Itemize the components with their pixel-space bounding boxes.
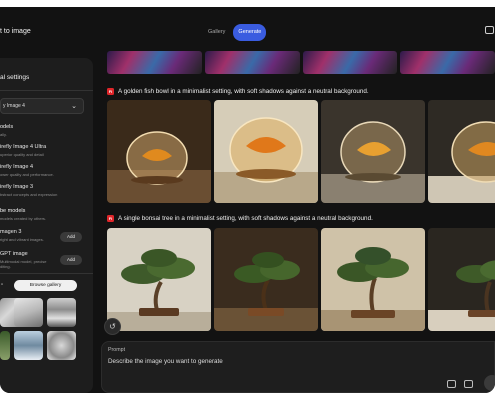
settings-title: al settings <box>0 74 30 81</box>
tab-generate[interactable]: Generate <box>233 24 267 41</box>
style-reference-icon[interactable] <box>447 380 456 388</box>
settings-panel: al settings y Image 4 ⌄ odels ally. iref… <box>0 58 93 393</box>
add-gpt-image-button[interactable]: Add <box>60 255 82 265</box>
prompt-row: Fi A golden fish bowl in a minimalist se… <box>107 86 369 96</box>
prompt-input[interactable]: Describe the image you want to generate <box>108 358 223 365</box>
result-grid <box>107 228 495 331</box>
fishbowl-image[interactable] <box>107 100 211 203</box>
partner-option-desc: Multimodal model, precise diting. <box>0 259 47 269</box>
models-heading: odels <box>0 124 14 130</box>
model-option-desc: uperior quality and detail <box>0 152 44 157</box>
comment-icon[interactable] <box>485 26 494 34</box>
model-option-title[interactable]: irefly Image 4 <box>0 164 33 170</box>
main-area: Fi A golden fish bowl in a minimalist se… <box>101 51 495 393</box>
generate-button[interactable] <box>484 375 495 391</box>
prompt-row: Fi A single bonsai tree in a minimalist … <box>107 213 373 223</box>
composition-reference-icon[interactable] <box>464 380 473 388</box>
chevron-down-icon: ⌄ <box>71 103 77 110</box>
bonsai-image[interactable] <box>428 228 495 331</box>
image-icon[interactable]: ▫ <box>1 282 3 288</box>
model-select-value: y Image 4 <box>3 103 25 109</box>
fishbowl-image[interactable] <box>321 100 425 203</box>
partner-option-desc: right and vibrant images. <box>0 237 44 242</box>
result-image[interactable] <box>204 51 300 74</box>
result-image[interactable] <box>302 51 398 74</box>
bonsai-image[interactable] <box>107 228 211 331</box>
browse-gallery-button[interactable]: Browse gallery <box>14 280 77 291</box>
firefly-badge-icon: Fi <box>107 87 114 95</box>
model-option-title[interactable]: irefly Image 4 Ultra <box>0 144 46 150</box>
partner-option-title: GPT image <box>0 251 28 257</box>
result-grid <box>107 100 495 203</box>
app-title: t to image <box>0 28 31 35</box>
prompt-label: Prompt <box>108 347 126 353</box>
tab-gallery[interactable]: Gallery <box>203 24 230 41</box>
model-option-desc: ower quality and performance. <box>0 172 54 177</box>
style-thumbnail[interactable] <box>47 331 76 360</box>
mode-switch: Gallery Generate <box>203 24 267 41</box>
style-thumbnail[interactable] <box>47 298 76 327</box>
prompt-text: A single bonsai tree in a minimalist set… <box>118 214 373 222</box>
bonsai-image[interactable] <box>214 228 318 331</box>
partner-option-title: magen 3 <box>0 229 22 235</box>
bonsai-image[interactable] <box>321 228 425 331</box>
result-image[interactable] <box>107 51 202 74</box>
divider <box>0 273 93 274</box>
firefly-badge-icon: Fi <box>107 214 114 222</box>
browse-row: ▫ Browse gallery <box>0 280 93 292</box>
app-window: t to image Gallery Generate al settings … <box>0 7 495 393</box>
partner-models-heading: be models <box>0 208 26 214</box>
prompt-box[interactable]: Prompt Describe the image you want to ge… <box>101 341 495 393</box>
partner-models-sub: models created by others. <box>0 216 47 221</box>
result-image[interactable] <box>400 51 495 74</box>
prompt-text: A golden fish bowl in a minimalist setti… <box>118 87 369 95</box>
fishbowl-image[interactable] <box>428 100 495 203</box>
model-option-title[interactable]: irefly Image 3 <box>0 184 33 190</box>
add-imagen-button[interactable]: Add <box>60 232 82 242</box>
style-thumbnail[interactable] <box>14 331 43 360</box>
previous-results-strip <box>107 51 495 74</box>
top-bar: t to image Gallery Generate <box>0 21 495 49</box>
model-option-desc: bstract concepts and expression <box>0 192 58 197</box>
fishbowl-image[interactable] <box>214 100 318 203</box>
style-thumbnail[interactable] <box>14 298 43 327</box>
model-select[interactable]: y Image 4 ⌄ <box>0 98 84 114</box>
divider <box>0 90 93 91</box>
style-thumbnail[interactable] <box>0 331 10 360</box>
models-sub: ally. <box>0 132 7 137</box>
history-icon[interactable]: ↺ <box>104 318 121 335</box>
